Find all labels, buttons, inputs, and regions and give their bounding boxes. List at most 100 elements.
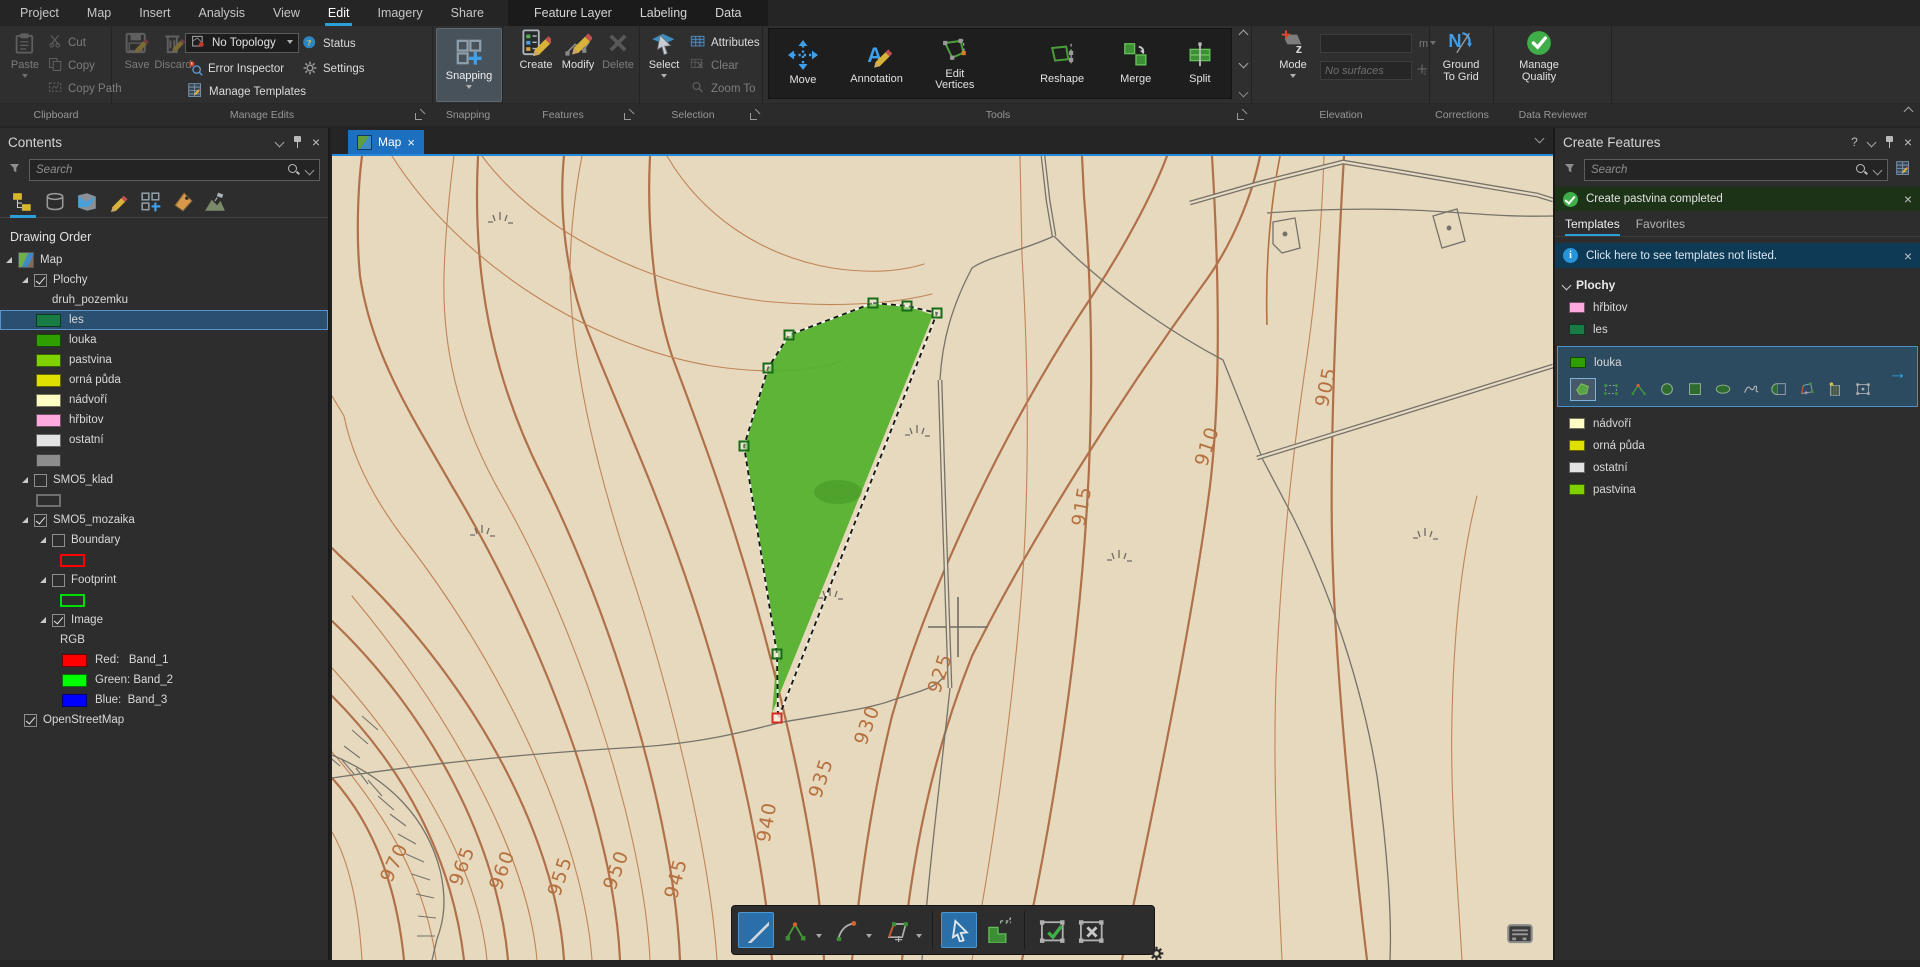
layer-tree-item-smo5-klad[interactable]: SMO5_klad: [0, 470, 328, 490]
expander-icon[interactable]: [22, 517, 28, 523]
onscreen-keyboard-icon[interactable]: [1504, 920, 1536, 949]
contents-menu-chevron-icon[interactable]: [274, 137, 284, 147]
layer-tree-item-boundary[interactable]: Boundary: [0, 530, 328, 550]
ribbon-tab-analysis[interactable]: Analysis: [185, 0, 260, 26]
create-features-menu-chevron-icon[interactable]: [1866, 137, 1876, 147]
view-list-chevron-icon[interactable]: [1535, 134, 1545, 144]
help-icon[interactable]: ?: [1851, 135, 1858, 149]
create-features-pin-icon[interactable]: [1885, 136, 1894, 148]
symbol-swatch[interactable]: [36, 334, 61, 347]
symbol-outline-swatch[interactable]: [36, 494, 61, 507]
line-segment-tool[interactable]: [738, 912, 774, 948]
layer-tree-item-ostatn-[interactable]: ostatní: [0, 430, 328, 450]
layer-tree-item-red-band-1[interactable]: Red: Band_1: [0, 650, 328, 670]
manage-quality-button[interactable]: Manage Quality: [1516, 29, 1562, 83]
gallery-scroll-down-icon[interactable]: [1239, 59, 1249, 69]
gallery-scroll-up-icon[interactable]: [1239, 30, 1249, 40]
ribbon-tab-share[interactable]: Share: [437, 0, 498, 26]
search-options-chevron-icon[interactable]: [305, 165, 315, 175]
expander-icon[interactable]: [40, 577, 46, 583]
tool-merge[interactable]: Merge: [1103, 29, 1169, 98]
pointer-tool[interactable]: [941, 912, 977, 948]
trace-tool[interactable]: [877, 912, 913, 948]
ribbon-contextual-tab-feature-layer[interactable]: Feature Layer: [520, 0, 626, 26]
symbol-swatch[interactable]: [36, 454, 61, 467]
selection-launcher-icon[interactable]: [750, 109, 761, 120]
symbol-outline-swatch[interactable]: [60, 554, 85, 567]
trace-tool-caret-icon[interactable]: [916, 934, 922, 941]
toolbar-options-gear-icon[interactable]: [1148, 945, 1165, 965]
layer-tree-item-footprint[interactable]: Footprint: [0, 570, 328, 590]
ribbon-contextual-tab-labeling[interactable]: Labeling: [626, 0, 701, 26]
expander-icon[interactable]: [22, 277, 28, 283]
clear-button[interactable]: Clear: [690, 57, 738, 75]
surfaces-field[interactable]: No surfaces: [1320, 61, 1412, 80]
elevation-unit-dropdown[interactable]: m: [1415, 34, 1428, 53]
ribbon-tab-imagery[interactable]: Imagery: [363, 0, 436, 26]
template-item-les[interactable]: les: [1555, 319, 1920, 340]
layer-tree-item-blue-band-3[interactable]: Blue: Band_3: [0, 690, 328, 710]
symbol-swatch[interactable]: [62, 674, 87, 687]
templates-info-bar[interactable]: i Click here to see templates not listed…: [1555, 243, 1920, 268]
template-item-ostatn-[interactable]: ostatní: [1555, 457, 1920, 478]
gallery-expand-icon[interactable]: [1239, 88, 1249, 98]
tool-edit-vertices[interactable]: Edit Vertices: [916, 29, 993, 98]
arc-segment-tool[interactable]: [827, 912, 863, 948]
ellipse-tool[interactable]: [1710, 378, 1736, 401]
tool-split[interactable]: Split: [1169, 29, 1231, 98]
autocomplete-polygon-tool[interactable]: [1794, 378, 1820, 401]
line-tool[interactable]: [1626, 378, 1652, 401]
layer-checkbox[interactable]: [24, 714, 37, 727]
create-features-close-icon[interactable]: ×: [1904, 137, 1912, 147]
tools-launcher-icon[interactable]: [1237, 109, 1248, 120]
layer-tree-item-orn-p-da[interactable]: orná půda: [0, 370, 328, 390]
layer-tree-item-pastvina[interactable]: pastvina: [0, 350, 328, 370]
ribbon-tab-insert[interactable]: Insert: [125, 0, 184, 26]
symbol-outline-swatch[interactable]: [60, 594, 85, 607]
template-filter-icon[interactable]: [1563, 162, 1577, 178]
ribbon-tab-view[interactable]: View: [259, 0, 314, 26]
template-forward-arrow-icon[interactable]: →: [1888, 363, 1907, 385]
map-canvas[interactable]: 970965960955950945940935930925915910905: [332, 156, 1553, 960]
layer-tree-item-h-bitov[interactable]: hřbitov: [0, 410, 328, 430]
map-view-tab[interactable]: Map ×: [348, 130, 424, 154]
manage-templates-pane-icon[interactable]: [1895, 160, 1912, 180]
two-point-segment-tool[interactable]: [777, 912, 813, 948]
layer-tree-item[interactable]: [0, 590, 328, 610]
cancel-sketch-button[interactable]: [1072, 912, 1108, 948]
tool-move[interactable]: Move: [769, 29, 837, 98]
half-ellipse-tool[interactable]: [1766, 378, 1792, 401]
layer-tree-item[interactable]: [0, 490, 328, 510]
layer-checkbox[interactable]: [52, 534, 65, 547]
expander-icon[interactable]: [40, 617, 46, 623]
freehand-tool[interactable]: [1738, 378, 1764, 401]
paste-button[interactable]: Paste: [2, 29, 48, 81]
ribbon-contextual-tab-data[interactable]: Data: [701, 0, 755, 26]
ribbon-tab-edit[interactable]: Edit: [314, 0, 364, 26]
layer-checkbox[interactable]: [34, 474, 47, 487]
map-view[interactable]: Map ×: [332, 128, 1553, 960]
tool-annotation[interactable]: AAnnotation: [837, 29, 916, 98]
arc-tool-caret-icon[interactable]: [866, 934, 872, 941]
select-rect-tool[interactable]: [1850, 378, 1876, 401]
ground-to-grid-button[interactable]: N Ground To Grid: [1438, 29, 1484, 83]
segment-tool-caret-icon[interactable]: [816, 934, 822, 941]
layer-tree-item-smo5-mozaika[interactable]: SMO5_mozaika: [0, 510, 328, 530]
layer-checkbox[interactable]: [52, 574, 65, 587]
layer-tree-item-green-band-2[interactable]: Green: Band_2: [0, 670, 328, 690]
copy-path-button[interactable]: Copy Path: [48, 80, 122, 98]
create-button[interactable]: Create: [513, 29, 559, 71]
snapping-button[interactable]: Snapping: [436, 28, 502, 102]
finish-part-tool[interactable]: [980, 912, 1016, 948]
layer-tree-item-druh-pozemku[interactable]: druh_pozemku: [0, 290, 328, 310]
tab-list-by-imagery[interactable]: [202, 187, 228, 217]
contents-pin-icon[interactable]: [293, 136, 302, 148]
template-search-input[interactable]: Search: [1584, 159, 1888, 181]
stamp-tool[interactable]: [1822, 378, 1848, 401]
delete-button[interactable]: Delete: [595, 29, 641, 71]
error-inspector-button[interactable]: Error Inspector: [187, 60, 284, 78]
layer-tree-item-n-dvo-[interactable]: nádvoří: [0, 390, 328, 410]
layer-tree-item-les[interactable]: les: [0, 310, 328, 330]
tab-list-by-editing[interactable]: [106, 187, 132, 217]
info-close-icon[interactable]: ×: [1904, 251, 1912, 261]
